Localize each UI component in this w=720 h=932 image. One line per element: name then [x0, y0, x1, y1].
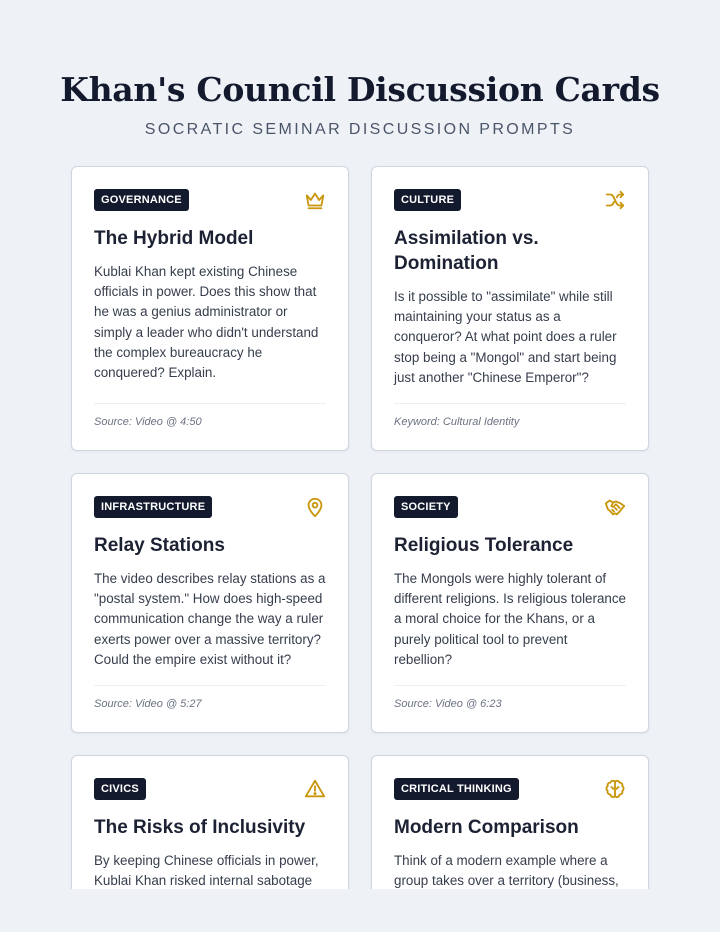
category-tag: CULTURE	[394, 189, 462, 211]
card-footer: Source: Video @ 6:23	[394, 685, 626, 710]
crown-icon	[304, 189, 326, 211]
card-body: Kublai Khan kept existing Chinese offici…	[94, 264, 319, 381]
card-footer: Keyword: Cultural Identity	[394, 403, 626, 428]
card-grid: GOVERNANCE The Hybrid Model Kublai Khan …	[71, 166, 649, 915]
card-title: Relay Stations	[94, 535, 225, 556]
category-tag: SOCIETY	[394, 496, 458, 518]
page-header: Khan's Council Discussion Cards SOCRATIC…	[0, 0, 720, 139]
card-title: Religious Tolerance	[394, 535, 574, 556]
card-body: Is it possible to "assimilate" while sti…	[394, 289, 617, 385]
category-tag: GOVERNANCE	[94, 189, 189, 211]
discussion-card: INFRASTRUCTURE Relay Stations The video …	[71, 473, 349, 733]
page-subtitle: SOCRATIC SEMINAR DISCUSSION PROMPTS	[144, 121, 576, 138]
page-title: Khan's Council Discussion Cards	[60, 70, 660, 109]
card-footer: Source: Video @ 4:50	[94, 403, 326, 428]
discussion-card: SOCIETY Religious Tolerance The Mongols …	[371, 473, 649, 733]
warning-icon	[304, 778, 326, 800]
page-fold	[0, 889, 720, 932]
handshake-icon	[604, 496, 626, 518]
brain-icon	[604, 778, 626, 800]
category-tag: CIVICS	[94, 778, 146, 800]
category-tag: INFRASTRUCTURE	[94, 496, 213, 518]
card-body: The Mongols were highly tolerant of diff…	[394, 571, 626, 667]
card-body: The video describes relay stations as a …	[94, 571, 326, 667]
card-body: Think of a modern example where a group …	[394, 853, 619, 889]
discussion-card: GOVERNANCE The Hybrid Model Kublai Khan …	[71, 166, 349, 451]
card-title: The Hybrid Model	[94, 228, 254, 249]
card-body: By keeping Chinese officials in power, K…	[94, 853, 319, 889]
card-title: Assimilation vs. Domination	[394, 228, 539, 274]
card-title: Modern Comparison	[394, 817, 579, 838]
map-pin-icon	[304, 496, 326, 518]
card-footer: Source: Video @ 5:27	[94, 685, 326, 710]
discussion-card: CULTURE Assimilation vs. Domination Is i…	[371, 166, 649, 451]
category-tag: CRITICAL THINKING	[394, 778, 519, 800]
shuffle-icon	[604, 189, 626, 211]
card-title: The Risks of Inclusivity	[94, 817, 306, 838]
